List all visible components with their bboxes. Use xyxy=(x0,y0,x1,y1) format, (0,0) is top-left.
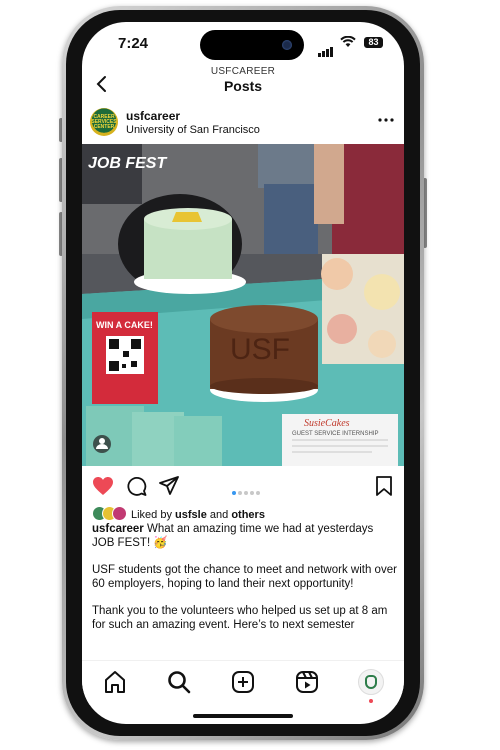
screen: 7:24 83 USFCAREER Posts CAREER SERVICES … xyxy=(82,22,404,724)
post-caption: usfcareer What an amazing time we had at… xyxy=(92,522,397,632)
post-photo[interactable]: JOB FEST WIN A CAKE! USF SusieCakes GUES… xyxy=(82,144,404,466)
liked-others[interactable]: others xyxy=(231,509,265,521)
heart-icon[interactable] xyxy=(92,476,114,496)
send-icon[interactable] xyxy=(159,476,179,496)
comment-icon[interactable] xyxy=(126,476,147,497)
post-header: CAREER SERVICES CENTER usfcareer Univers… xyxy=(82,106,404,146)
liked-and: and xyxy=(209,508,229,521)
caption-username[interactable]: usfcareer xyxy=(92,523,144,535)
tab-bar xyxy=(82,660,404,705)
status-bar: 7:24 83 xyxy=(82,22,404,66)
photo-doc-text: GUEST SERVICE INTERNSHIP xyxy=(292,431,378,437)
cellular-signal-icon xyxy=(318,39,334,57)
post-actions xyxy=(82,472,404,500)
create-icon[interactable] xyxy=(230,669,256,695)
post-location[interactable]: University of San Francisco xyxy=(126,124,260,136)
avatar[interactable]: CAREER SERVICES CENTER xyxy=(90,108,118,136)
more-horizontal-icon[interactable] xyxy=(378,117,394,123)
search-icon[interactable] xyxy=(166,669,192,695)
nav-username: USFCAREER xyxy=(210,66,276,77)
caption-para2: USF students got the chance to meet and … xyxy=(92,564,397,590)
page-title: Posts xyxy=(223,78,263,94)
nav-header: USFCAREER Posts xyxy=(82,66,404,100)
photo-job-fest-text: JOB FEST xyxy=(88,155,167,172)
reels-icon[interactable] xyxy=(294,669,320,695)
status-time: 7:24 xyxy=(118,35,149,52)
profile-notification-dot xyxy=(369,699,373,703)
home-icon[interactable] xyxy=(102,669,128,695)
liked-prefix: Liked by xyxy=(131,508,172,521)
home-indicator xyxy=(193,714,293,718)
carousel-indicator xyxy=(232,482,262,500)
bookmark-icon[interactable] xyxy=(376,476,392,496)
dynamic-island xyxy=(200,30,304,60)
wifi-icon xyxy=(340,36,356,47)
photo-sign-text: WIN A CAKE! xyxy=(96,320,153,330)
avatar-logo-text: CAREER SERVICES CENTER xyxy=(91,114,117,130)
profile-icon[interactable] xyxy=(358,669,384,695)
post-username[interactable]: usfcareer xyxy=(126,109,180,123)
liked-user[interactable]: usfsle xyxy=(175,509,207,521)
photo-scene: JOB FEST WIN A CAKE! USF SusieCakes GUES… xyxy=(82,144,404,466)
battery-icon: 83 xyxy=(364,37,383,48)
photo-brand-text: SusieCakes xyxy=(304,418,350,429)
caption-para3: Thank you to the volunteers who helped u… xyxy=(92,605,388,631)
photo-cake-text: USF xyxy=(230,333,290,366)
